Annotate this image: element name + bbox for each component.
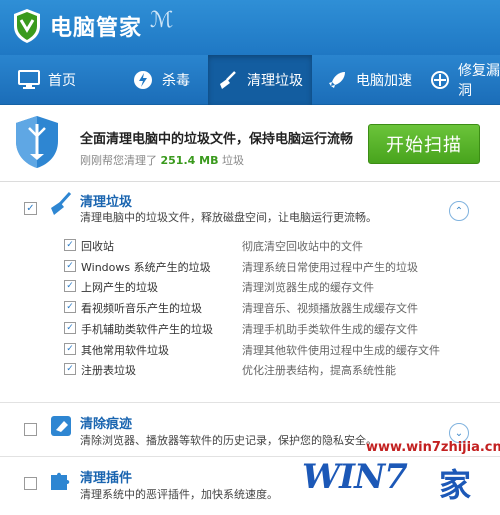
item-desc: 优化注册表结构，提高系统性能 — [242, 364, 396, 377]
tab-speedup[interactable]: 电脑加速 — [326, 55, 416, 105]
last-clean-summary: 刚刚帮您清理了 251.4 MB 垃圾 — [80, 152, 244, 168]
app-title: 电脑管家 — [50, 16, 143, 41]
item-name: 其他常用软件垃圾 — [81, 344, 169, 357]
tab-label: 修复漏洞 — [458, 63, 500, 99]
item-name: 手机辅助类软件产生的垃圾 — [81, 323, 213, 336]
section-title: 清理垃圾 — [80, 195, 133, 210]
tab-label: 电脑加速 — [356, 73, 412, 89]
section-desc: 清理系统中的恶评插件，加快系统速度。 — [80, 488, 278, 501]
main-nav: 首页 杀毒 清理垃圾 电脑加速 修复漏洞 — [0, 55, 500, 105]
item-desc: 清理系统日常使用过程中产生的垃圾 — [242, 261, 418, 274]
list-item: ✓ 上网产生的垃圾 清理浏览器生成的缓存文件 — [64, 277, 484, 297]
banner-headline: 全面清理电脑中的垃圾文件，保持电脑运行流畅 — [80, 132, 354, 147]
section-desc: 清除浏览器、播放器等软件的历史记录，保护您的隐私安全。 — [80, 434, 377, 447]
collapse-toggle-button[interactable]: ⌃ — [449, 201, 469, 221]
list-item: ✓ 注册表垃圾 优化注册表结构，提高系统性能 — [64, 360, 484, 380]
item-checkbox[interactable]: ✓ — [64, 260, 76, 272]
tab-home[interactable]: 首页 — [18, 55, 88, 105]
item-checkbox[interactable]: ✓ — [64, 343, 76, 355]
virus-shield-icon — [132, 69, 154, 91]
list-item: ✓ 手机辅助类软件产生的垃圾 清理手机助手类软件生成的缓存文件 — [64, 319, 484, 339]
tab-antivirus[interactable]: 杀毒 — [132, 55, 202, 105]
item-checkbox[interactable]: ✓ — [64, 239, 76, 251]
section-desc: 清理电脑中的垃圾文件，释放磁盘空间，让电脑运行更流畅。 — [80, 211, 377, 224]
section-checkbox-plugins[interactable] — [24, 477, 37, 490]
tab-label: 清理垃圾 — [247, 73, 303, 89]
item-desc: 清理音乐、视频播放器生成缓存文件 — [242, 302, 418, 315]
broom-icon — [51, 191, 72, 215]
summary-prefix: 刚刚帮您清理了 — [80, 154, 157, 167]
item-desc: 清理手机助手类软件生成的缓存文件 — [242, 323, 418, 336]
start-scan-button[interactable]: 开始扫描 — [368, 124, 480, 164]
item-desc: 清理浏览器生成的缓存文件 — [242, 281, 374, 294]
item-name: Windows 系统产生的垃圾 — [81, 261, 211, 274]
shield-logo-icon — [14, 9, 40, 43]
list-item: ✓ 其他常用软件垃圾 清理其他软件使用过程中生成的缓存文件 — [64, 340, 484, 360]
item-name: 上网产生的垃圾 — [81, 281, 158, 294]
watermark-logo-text: WIN7 — [302, 457, 408, 497]
puzzle-icon — [51, 472, 70, 490]
item-name: 看视频听音乐产生的垃圾 — [81, 302, 202, 315]
item-checkbox[interactable]: ✓ — [64, 301, 76, 313]
summary-suffix: 垃圾 — [221, 154, 244, 167]
clean-shield-icon — [16, 116, 58, 168]
eraser-icon — [51, 416, 71, 436]
item-desc: 清理其他软件使用过程中生成的缓存文件 — [242, 344, 440, 357]
tab-label: 杀毒 — [162, 73, 190, 89]
item-desc: 彻底清空回收站中的文件 — [242, 240, 363, 253]
watermark-url: www.win7zhijia.cn — [366, 440, 500, 455]
tab-clean-junk[interactable]: 清理垃圾 — [208, 55, 312, 105]
rocket-icon — [326, 69, 348, 91]
item-checkbox[interactable]: ✓ — [64, 322, 76, 334]
signature-swirl-icon: ℳ — [150, 8, 174, 33]
section-checkbox-traces[interactable] — [24, 423, 37, 436]
tab-label: 首页 — [48, 73, 76, 89]
watermark-logo-char: 家 — [439, 466, 472, 504]
section-title: 清理插件 — [80, 471, 133, 486]
item-checkbox[interactable]: ✓ — [64, 280, 76, 292]
list-item: ✓ 看视频听音乐产生的垃圾 清理音乐、视频播放器生成缓存文件 — [64, 298, 484, 318]
list-item: ✓ 回收站 彻底清空回收站中的文件 — [64, 236, 484, 256]
section-title: 清除痕迹 — [80, 417, 133, 432]
win7-watermark-logo: WIN7 家 — [302, 457, 480, 504]
item-name: 注册表垃圾 — [81, 364, 136, 377]
title-bar: 电脑管家 ℳ — [0, 0, 500, 55]
tab-fix-vulnerabilities[interactable]: 修复漏洞 — [430, 55, 500, 105]
broom-icon — [217, 69, 239, 91]
patch-icon — [430, 69, 450, 91]
monitor-icon — [18, 69, 40, 91]
item-checkbox[interactable]: ✓ — [64, 363, 76, 375]
item-name: 回收站 — [81, 240, 114, 253]
cleaned-size: 251.4 MB — [160, 154, 219, 167]
list-item: ✓ Windows 系统产生的垃圾 清理系统日常使用过程中产生的垃圾 — [64, 257, 484, 277]
section-checkbox-junk[interactable]: ✓ — [24, 202, 37, 215]
